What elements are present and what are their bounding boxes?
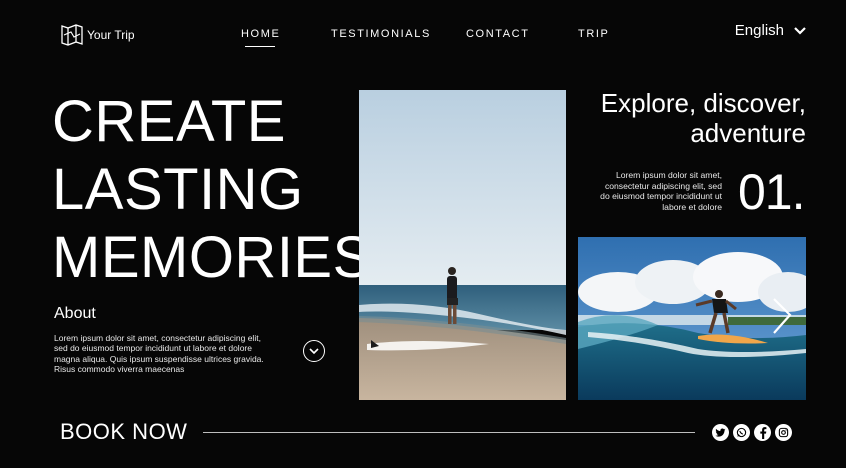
hero-headline: CREATE LASTING MEMORIES bbox=[52, 88, 372, 292]
beach-surfer-photo bbox=[359, 90, 566, 400]
language-selector[interactable]: English bbox=[735, 22, 806, 39]
scroll-down-button[interactable] bbox=[303, 340, 325, 362]
chevron-down-icon bbox=[794, 26, 806, 35]
feature-title-line-1: Explore, discover, bbox=[600, 88, 806, 118]
about-text: Lorem ipsum dolor sit amet, consectetur … bbox=[54, 333, 264, 375]
whatsapp-icon[interactable] bbox=[733, 424, 750, 441]
social-links bbox=[712, 424, 792, 441]
nav-home[interactable]: HOME bbox=[241, 28, 280, 40]
divider-line bbox=[203, 432, 695, 433]
twitter-icon[interactable] bbox=[712, 424, 729, 441]
hero-line-3: MEMORIES bbox=[52, 225, 372, 290]
nav-active-indicator bbox=[245, 46, 275, 47]
feature-title: Explore, discover, adventure bbox=[566, 88, 806, 148]
nav-trip[interactable]: TRIP bbox=[578, 28, 609, 40]
nav-contact[interactable]: CONTACT bbox=[466, 28, 530, 40]
book-now-button[interactable]: BOOK NOW bbox=[60, 419, 187, 445]
brand-logo[interactable]: Your Trip bbox=[60, 23, 135, 47]
nav-testimonials[interactable]: TESTIMONIALS bbox=[331, 28, 431, 40]
feature-description: Lorem ipsum dolor sit amet, consectetur … bbox=[600, 170, 722, 212]
hero-line-1: CREATE bbox=[52, 89, 286, 154]
feature-title-line-2: adventure bbox=[690, 118, 806, 148]
brand-name: Your Trip bbox=[87, 28, 135, 42]
chevron-down-icon bbox=[309, 347, 319, 354]
next-slide-arrow-icon[interactable] bbox=[770, 295, 800, 335]
map-logo-icon bbox=[61, 24, 83, 46]
facebook-icon[interactable] bbox=[754, 424, 771, 441]
hero-line-2: LASTING bbox=[52, 157, 304, 222]
language-label: English bbox=[734, 22, 784, 39]
slide-number: 01. bbox=[738, 164, 806, 220]
about-title: About bbox=[54, 305, 96, 322]
instagram-icon[interactable] bbox=[775, 424, 792, 441]
